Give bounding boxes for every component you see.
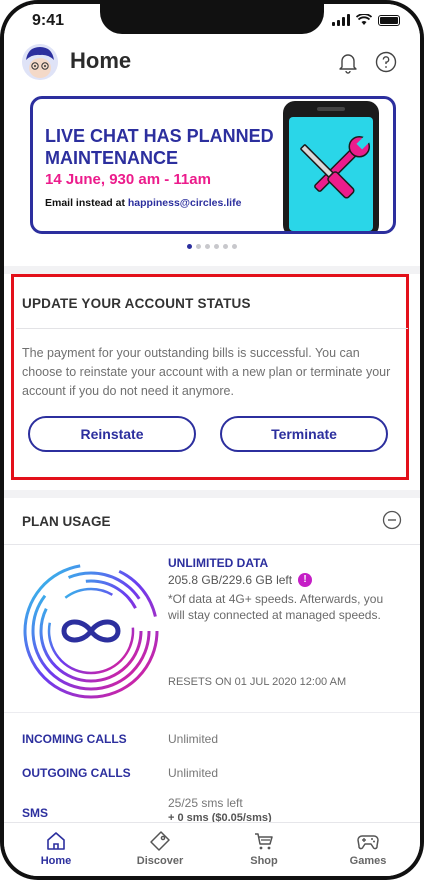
- carousel-dot[interactable]: [205, 244, 210, 249]
- nav-games[interactable]: Games: [328, 829, 408, 867]
- help-icon[interactable]: [374, 50, 398, 74]
- data-plan-label: UNLIMITED DATA: [168, 556, 269, 570]
- banner-date: 14 June, 930 am - 11am: [45, 171, 211, 188]
- signal-icon: [332, 14, 350, 26]
- data-note: *Of data at 4G+ speeds. Afterwards, you …: [168, 592, 384, 622]
- nav-discover[interactable]: Discover: [120, 829, 200, 867]
- data-remaining: 205.8 GB/229.6 GB left !: [168, 573, 313, 587]
- bottom-nav: Home Discover Shop Games: [4, 822, 420, 876]
- shop-cart-icon: [255, 833, 273, 850]
- carousel-dot[interactable]: [196, 244, 201, 249]
- banner-email: Email instead at happiness@circles.life: [45, 197, 241, 209]
- usage-value: Unlimited: [168, 732, 219, 746]
- gamepad-icon: [357, 835, 379, 850]
- usage-label: SMS: [22, 806, 49, 820]
- usage-label: OUTGOING CALLS: [22, 766, 131, 780]
- usage-value: Unlimited: [168, 766, 219, 780]
- nav-label: Home: [40, 855, 72, 867]
- nav-label: Games: [349, 855, 387, 867]
- nav-shop[interactable]: Shop: [224, 829, 304, 867]
- plan-usage-title: PLAN USAGE: [22, 514, 111, 529]
- banner-email-prefix: Email instead at: [45, 197, 128, 209]
- avatar[interactable]: [22, 44, 58, 80]
- carousel-dot[interactable]: [232, 244, 237, 249]
- nav-home[interactable]: Home: [16, 829, 96, 867]
- status-icons: [332, 14, 400, 26]
- status-bar: 9:41: [4, 4, 420, 38]
- carousel-dot[interactable]: [214, 244, 219, 249]
- info-icon[interactable]: !: [298, 573, 313, 587]
- banner-title: LIVE CHAT HAS PLANNED MAINTENANCE: [45, 126, 274, 168]
- banner-email-address[interactable]: happiness@circles.life: [128, 197, 242, 209]
- plan-usage-card: PLAN USAGE UNLIMITED DATA 205.8 GB/229.6…: [4, 498, 420, 828]
- collapse-icon[interactable]: [382, 510, 402, 530]
- carousel-dot[interactable]: [187, 244, 192, 249]
- maintenance-banner[interactable]: LIVE CHAT HAS PLANNED MAINTENANCE 14 Jun…: [30, 96, 396, 234]
- usage-value: 25/25 sms left: [168, 796, 243, 810]
- divider: [16, 328, 408, 329]
- notch: [100, 4, 324, 34]
- wifi-icon: [356, 14, 372, 25]
- divider: [4, 544, 420, 545]
- reset-date: RESETS ON 01 JUL 2020 12:00 AM: [168, 676, 347, 688]
- discover-icon: [150, 831, 170, 851]
- data-remaining-text: 205.8 GB/229.6 GB left: [168, 573, 293, 587]
- account-status-description: The payment for your outstanding bills i…: [22, 346, 391, 398]
- battery-icon: [378, 14, 400, 26]
- nav-label: Shop: [250, 855, 278, 867]
- account-status-card: UPDATE YOUR ACCOUNT STATUS The payment f…: [4, 274, 420, 490]
- nav-label: Discover: [136, 855, 184, 867]
- status-time: 9:41: [32, 12, 65, 29]
- screen: 9:41 Home LIVE CHAT HAS PLANNED MAINTENA…: [4, 4, 420, 876]
- divider: [4, 712, 420, 713]
- bell-icon[interactable]: [336, 50, 360, 74]
- reinstate-button[interactable]: Reinstate: [28, 416, 196, 452]
- home-icon: [47, 832, 65, 850]
- phone-frame: 9:41 Home LIVE CHAT HAS PLANNED MAINTENA…: [0, 0, 424, 880]
- usage-label: INCOMING CALLS: [22, 732, 127, 746]
- app-header: Home: [4, 38, 420, 86]
- carousel-dots[interactable]: [4, 244, 420, 249]
- unlimited-data-ring-icon: [23, 563, 159, 699]
- carousel-dot[interactable]: [223, 244, 228, 249]
- terminate-button[interactable]: Terminate: [220, 416, 388, 452]
- account-status-title: UPDATE YOUR ACCOUNT STATUS: [22, 296, 251, 311]
- promo-carousel: LIVE CHAT HAS PLANNED MAINTENANCE 14 Jun…: [4, 86, 420, 266]
- page-title: Home: [70, 48, 132, 73]
- phone-tools-illustration: [283, 101, 379, 231]
